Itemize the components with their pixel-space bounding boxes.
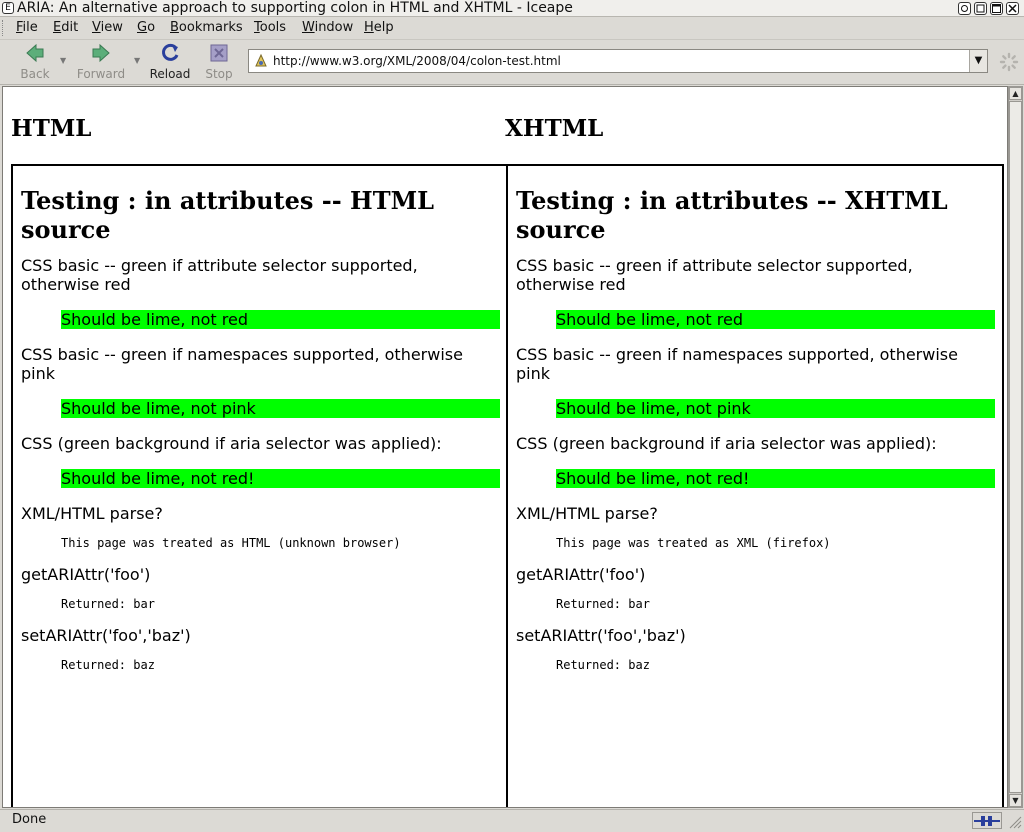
browser-window: E ARIA: An alternative approach to suppo… — [0, 0, 1024, 830]
close-icon — [1008, 4, 1017, 13]
attribute-selector-question: CSS basic -- green if attribute selector… — [21, 256, 418, 294]
get-attr-result: Returned: bar — [61, 597, 155, 611]
scroll-down-icon[interactable]: ▼ — [1009, 794, 1022, 807]
close-button[interactable] — [1006, 2, 1019, 15]
html-column-heading: HTML — [11, 115, 92, 142]
menu-bar: File Edit View Go Bookmarks Tools Window… — [0, 18, 1024, 38]
get-attr-question: getARIAttr('foo') — [516, 565, 646, 584]
address-bar[interactable]: ▼ — [248, 49, 988, 73]
minimize-button[interactable] — [958, 2, 971, 15]
html-pane: Testing : in attributes -- HTML source C… — [13, 166, 508, 687]
reload-icon — [162, 43, 179, 61]
pane-title: Testing : in attributes -- XHTML source — [516, 186, 948, 244]
resize-grip-icon[interactable] — [1006, 814, 1022, 829]
parse-result: This page was treated as XML (firefox) — [556, 536, 831, 550]
stop-button[interactable]: Stop — [202, 42, 236, 82]
menu-help[interactable]: Help — [364, 20, 394, 36]
window-title: ARIA: An alternative approach to support… — [17, 0, 573, 16]
attribute-selector-question: CSS basic -- green if attribute selector… — [516, 256, 913, 294]
forward-arrow-icon — [92, 43, 110, 63]
aria-selector-result: Should be lime, not red! — [556, 469, 995, 488]
status-bar: Done — [0, 809, 1024, 830]
parse-question: XML/HTML parse? — [516, 504, 658, 523]
reload-button[interactable]: Reload — [146, 42, 194, 82]
xhtml-column-heading: XHTML — [505, 115, 604, 142]
vertical-scrollbar[interactable]: ▲ ▼ — [1008, 86, 1023, 808]
set-attr-result: Returned: baz — [556, 658, 650, 672]
minimize-icon — [961, 5, 968, 12]
menu-window[interactable]: Window — [302, 20, 353, 36]
parse-result: This page was treated as HTML (unknown b… — [61, 536, 401, 550]
back-button[interactable]: Back — [14, 42, 56, 82]
shade-icon — [976, 4, 985, 13]
attribute-selector-result: Should be lime, not red — [556, 310, 995, 329]
namespace-question: CSS basic -- green if namespaces support… — [516, 345, 958, 383]
menu-view[interactable]: View — [92, 20, 123, 36]
pane-title: Testing : in attributes -- HTML source — [21, 186, 435, 244]
page-viewport: HTML XHTML Testing : in attributes -- HT… — [2, 86, 1008, 808]
scroll-thumb[interactable] — [1009, 101, 1022, 793]
set-attr-result: Returned: baz — [61, 658, 155, 672]
forward-history-dropdown-icon[interactable]: ▼ — [134, 56, 140, 65]
online-status-indicator[interactable] — [972, 812, 1002, 829]
maximize-icon — [992, 4, 1001, 13]
xhtml-pane: Testing : in attributes -- XHTML source … — [508, 166, 1003, 687]
attribute-selector-result: Should be lime, not red — [61, 310, 500, 329]
menubar-grip[interactable] — [2, 20, 6, 36]
menu-edit[interactable]: Edit — [53, 20, 78, 36]
back-arrow-icon — [26, 43, 44, 63]
set-attr-question: setARIAttr('foo','baz') — [21, 626, 191, 645]
url-input[interactable] — [273, 52, 963, 70]
namespace-result: Should be lime, not pink — [556, 399, 995, 418]
get-attr-question: getARIAttr('foo') — [21, 565, 151, 584]
menu-go[interactable]: Go — [137, 20, 155, 36]
get-attr-result: Returned: bar — [556, 597, 650, 611]
parse-question: XML/HTML parse? — [21, 504, 163, 523]
aria-selector-question: CSS (green background if aria selector w… — [516, 434, 937, 453]
set-attr-question: setARIAttr('foo','baz') — [516, 626, 686, 645]
url-dropdown-icon[interactable]: ▼ — [969, 50, 987, 72]
menu-tools[interactable]: Tools — [254, 20, 286, 36]
connection-plug-icon — [974, 816, 1000, 826]
menu-bookmarks[interactable]: Bookmarks — [170, 20, 243, 36]
aria-selector-result: Should be lime, not red! — [61, 469, 500, 488]
title-bar: E ARIA: An alternative approach to suppo… — [0, 0, 1024, 17]
menu-file[interactable]: File — [16, 20, 38, 36]
throbber-icon — [999, 52, 1019, 72]
back-history-dropdown-icon[interactable]: ▼ — [60, 56, 66, 65]
stop-icon — [210, 44, 228, 62]
maximize-button[interactable] — [990, 2, 1003, 15]
shade-button[interactable] — [974, 2, 987, 15]
namespace-question: CSS basic -- green if namespaces support… — [21, 345, 463, 383]
window-menu-icon[interactable]: E — [2, 2, 14, 14]
forward-button[interactable]: Forward — [72, 42, 130, 82]
namespace-result: Should be lime, not pink — [61, 399, 500, 418]
status-text: Done — [12, 812, 47, 827]
scroll-up-icon[interactable]: ▲ — [1009, 87, 1022, 100]
aria-selector-question: CSS (green background if aria selector w… — [21, 434, 442, 453]
site-icon — [255, 53, 267, 67]
